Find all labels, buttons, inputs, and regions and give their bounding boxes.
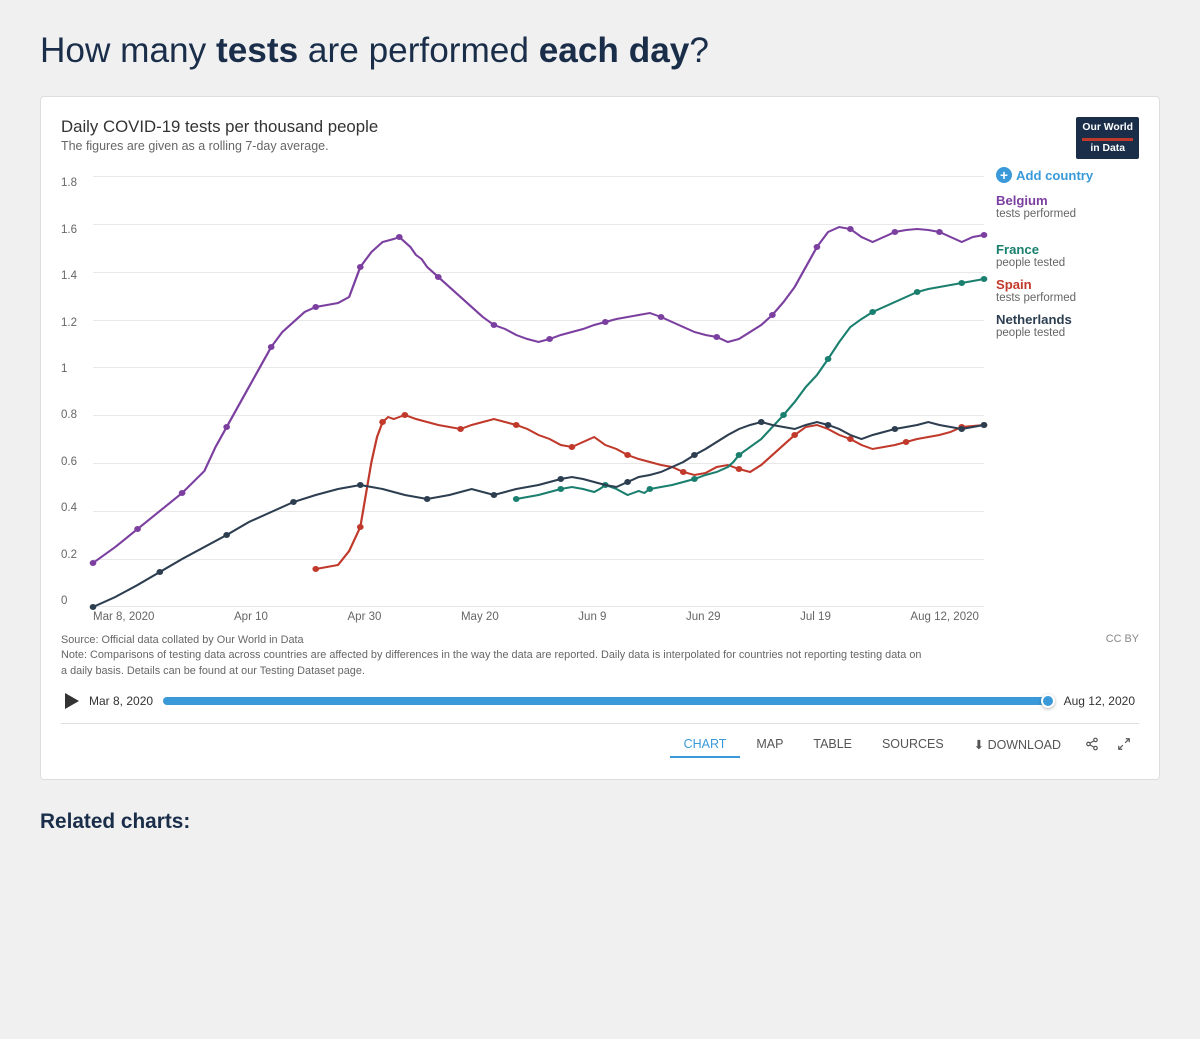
chart-header: Daily COVID-19 tests per thousand people… (61, 117, 1139, 159)
chart-footer: Source: Official data collated by Our Wo… (61, 633, 1139, 679)
timeline-row: Mar 8, 2020 Aug 12, 2020 (61, 693, 1139, 709)
chart-title-block: Daily COVID-19 tests per thousand people… (61, 117, 378, 153)
source-text: Source: Official data collated by Our Wo… (61, 633, 923, 679)
legend-belgium: Belgium tests performed (996, 193, 1139, 220)
y-axis: 0 0.2 0.4 0.6 0.8 1 1.2 1.4 1.6 1.8 (61, 177, 93, 607)
tab-chart[interactable]: CHART (670, 732, 741, 758)
legend-netherlands: Netherlands people tested (996, 312, 1139, 339)
timeline-start-label: Mar 8, 2020 (89, 694, 153, 708)
timeline-handle[interactable] (1041, 694, 1055, 708)
tab-map[interactable]: MAP (742, 732, 797, 758)
tab-download[interactable]: ⬇ DOWNLOAD (960, 732, 1075, 759)
page-title: How many tests are performed each day? (40, 30, 1160, 72)
tab-bar: CHART MAP TABLE SOURCES ⬇ DOWNLOAD (61, 723, 1139, 759)
related-charts-title: Related charts: (40, 810, 1160, 834)
chart-container: Daily COVID-19 tests per thousand people… (40, 96, 1160, 780)
belgium-line (93, 227, 984, 563)
legend-france: France people tested (996, 242, 1139, 269)
chart-svg (93, 177, 984, 607)
france-dots (513, 276, 987, 502)
chart-subtitle: The figures are given as a rolling 7-day… (61, 139, 378, 153)
cc-label: CC BY (1106, 633, 1139, 645)
tab-table[interactable]: TABLE (799, 732, 866, 758)
share-button[interactable] (1077, 732, 1107, 759)
play-button[interactable] (65, 693, 79, 709)
legend-spain: Spain tests performed (996, 277, 1139, 304)
timeline-fill (163, 697, 1054, 705)
netherlands-dots (90, 419, 988, 610)
x-axis: Mar 8, 2020 Apr 10 Apr 30 May 20 Jun 9 J… (61, 611, 1139, 623)
add-country[interactable]: + Add country (996, 167, 1139, 183)
timeline-bar[interactable] (163, 697, 1054, 705)
expand-button[interactable] (1109, 732, 1139, 759)
plus-icon[interactable]: + (996, 167, 1012, 183)
owid-logo: Our World in Data (1076, 117, 1139, 159)
red-bar (1082, 138, 1133, 141)
france-line (516, 279, 984, 499)
netherlands-line (93, 422, 984, 607)
chart-title: Daily COVID-19 tests per thousand people (61, 117, 378, 137)
belgium-dots (90, 226, 988, 566)
chart-legend: + Add country Belgium tests performed Fr… (984, 167, 1139, 607)
tab-sources[interactable]: SOURCES (868, 732, 958, 758)
timeline-end-label: Aug 12, 2020 (1064, 694, 1135, 708)
chart-plot (93, 177, 984, 607)
